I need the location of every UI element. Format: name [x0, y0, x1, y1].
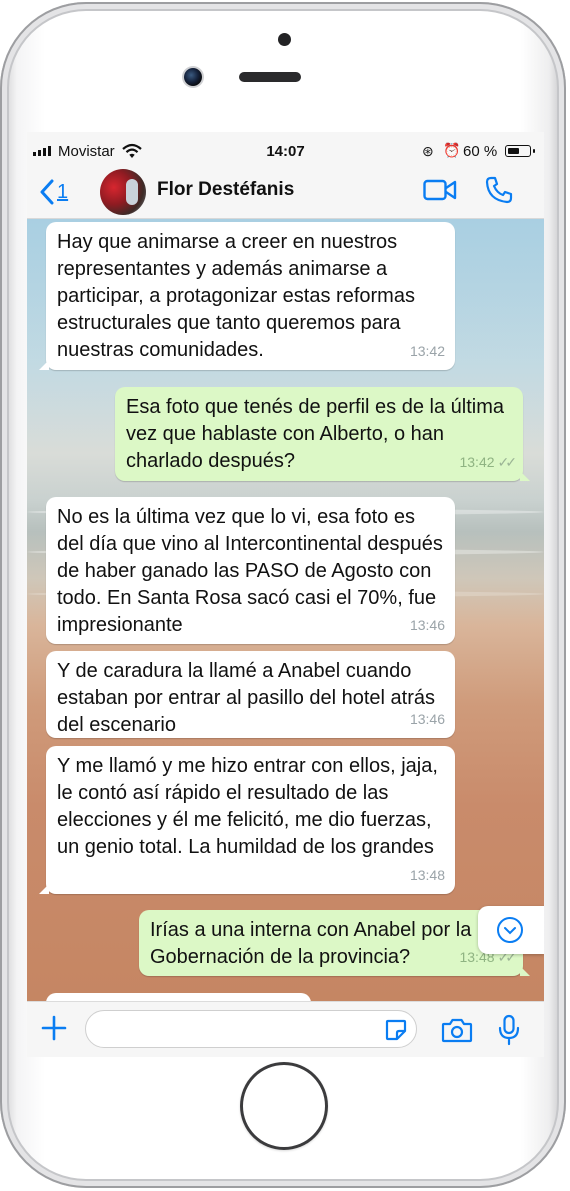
- screen: Movistar 14:07 ⊛ ⏰ 60 % 1 Flor Destéfani…: [27, 132, 544, 1057]
- status-bar: Movistar 14:07 ⊛ ⏰ 60 %: [27, 132, 544, 172]
- message-time: 13:46: [409, 711, 445, 727]
- message-time: 13:46: [409, 617, 445, 633]
- message-text: No es la última vez que lo vi, esa foto …: [57, 506, 443, 636]
- chat-header: 1 Flor Destéfanis: [27, 169, 544, 219]
- back-chevron-icon: [40, 179, 54, 205]
- input-bar: [27, 1001, 544, 1057]
- chevron-down-icon: [497, 917, 523, 943]
- battery-icon: [505, 145, 535, 157]
- message-time: 13:42 ✓✓: [459, 454, 518, 470]
- alarm-icon: ⏰: [443, 142, 461, 158]
- message-text: Esa foto que tenés de perfil es de la úl…: [126, 396, 505, 472]
- message-text: Hay que animarse a creer en nuestros rep…: [57, 231, 415, 361]
- front-camera: [184, 68, 202, 86]
- message-bubble-outgoing[interactable]: Irías a una interna con Anabel por la Go…: [139, 910, 530, 976]
- message-bubble-outgoing[interactable]: Esa foto que tenés de perfil es de la úl…: [115, 387, 530, 481]
- camera-icon[interactable]: [441, 1017, 473, 1043]
- microphone-icon[interactable]: [497, 1014, 521, 1046]
- battery-percent: 60 %: [463, 143, 498, 160]
- contact-name[interactable]: Flor Destéfanis: [157, 179, 294, 201]
- message-bubble-incoming[interactable]: Y de caradura la llamé a Anabel cuando e…: [46, 651, 455, 738]
- message-text: Y de caradura la llamé a Anabel cuando e…: [57, 660, 436, 736]
- message-bubble-incoming[interactable]: Y me llamó y me hizo entrar con ellos, j…: [39, 746, 455, 894]
- unread-count: 1: [57, 180, 69, 203]
- phone-frame: Movistar 14:07 ⊛ ⏰ 60 % 1 Flor Destéfani…: [0, 2, 566, 1188]
- contact-avatar[interactable]: [100, 169, 146, 215]
- message-text: Irías a una interna con Anabel por la Go…: [150, 919, 472, 968]
- sticker-icon[interactable]: [384, 1018, 408, 1042]
- message-bubble-incoming-partial: [46, 993, 311, 1001]
- home-button[interactable]: [240, 1062, 328, 1150]
- scroll-to-bottom-button[interactable]: [478, 906, 544, 954]
- plus-icon[interactable]: [40, 1014, 68, 1042]
- message-text: Y me llamó y me hizo entrar con ellos, j…: [57, 755, 438, 858]
- proximity-sensor: [278, 33, 291, 46]
- message-time: 13:42: [409, 343, 445, 359]
- read-ticks-icon: ✓✓: [497, 454, 518, 470]
- message-input[interactable]: [85, 1010, 417, 1048]
- message-bubble-incoming[interactable]: No es la última vez que lo vi, esa foto …: [46, 497, 455, 644]
- chat-area[interactable]: Hay que animarse a creer en nuestros rep…: [27, 219, 544, 1001]
- phone-call-icon[interactable]: [485, 176, 513, 204]
- earpiece-speaker: [239, 72, 301, 82]
- message-time: 13:48: [409, 867, 445, 883]
- rotation-lock-icon: ⊛: [422, 143, 434, 159]
- back-button[interactable]: 1: [39, 179, 68, 205]
- message-bubble-incoming[interactable]: Hay que animarse a creer en nuestros rep…: [39, 222, 455, 370]
- video-call-icon[interactable]: [423, 178, 457, 202]
